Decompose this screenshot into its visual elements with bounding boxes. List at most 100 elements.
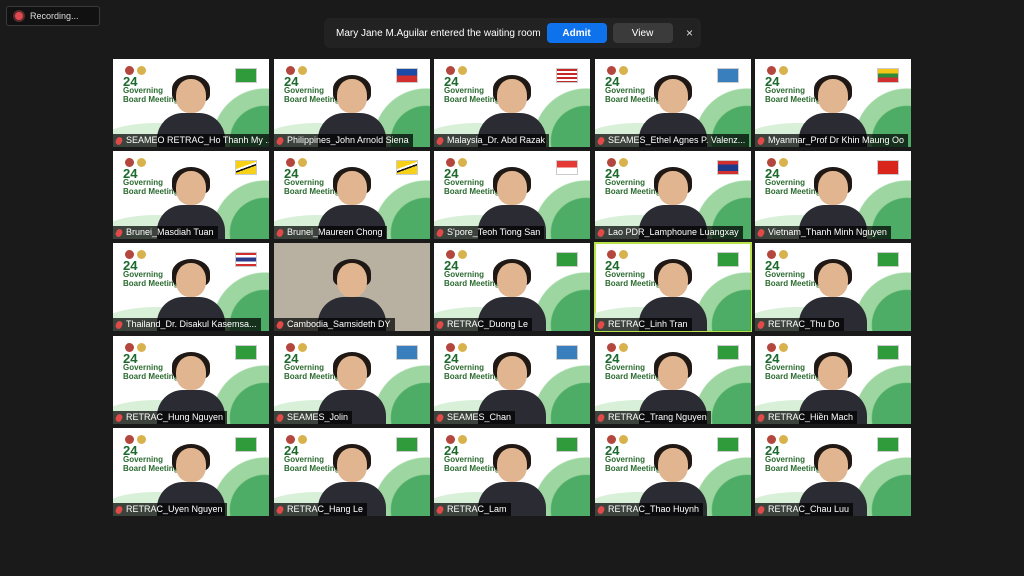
- flag-icon: [396, 160, 418, 175]
- participant-tile[interactable]: 24 Governing Board Meeting RETRAC_Linh T…: [594, 242, 752, 332]
- participant-tile[interactable]: 24 Governing Board Meeting RETRAC_Hung N…: [113, 336, 269, 424]
- flag-icon: [717, 437, 739, 452]
- participant-name: RETRAC_Thu Do: [755, 318, 844, 331]
- participant-name: RETRAC_Trang Nguyen: [595, 411, 711, 424]
- participant-tile[interactable]: 24 Governing Board Meeting Malaysia_Dr. …: [434, 59, 590, 147]
- participant-tile[interactable]: 24 Governing Board Meeting RETRAC_Lam: [434, 428, 590, 516]
- mic-muted-icon: [114, 135, 124, 146]
- mic-muted-icon: [275, 319, 285, 330]
- participant-name: Myanmar_Prof Dr Khin Maung Oo: [755, 134, 909, 147]
- flag-icon: [396, 437, 418, 452]
- mic-muted-icon: [596, 504, 606, 515]
- participant-tile[interactable]: 24 Governing Board Meeting RETRAC_Thao H…: [595, 428, 751, 516]
- participant-tile[interactable]: 24 Governing Board Meeting SEAMES_Jolin: [274, 336, 430, 424]
- participant-name: SEAMES_Chan: [434, 411, 516, 424]
- participant-name: RETRAC_Hung Nguyen: [113, 411, 228, 424]
- mic-muted-icon: [596, 227, 606, 238]
- mic-muted-icon: [596, 412, 606, 423]
- mic-muted-icon: [756, 227, 766, 238]
- participant-name: RETRAC_Chau Luu: [755, 503, 854, 516]
- participant-tile[interactable]: 24 Governing Board Meeting Philippines_J…: [274, 59, 430, 147]
- participant-name: SEAMEO RETRAC_Ho Thanh My ...: [113, 134, 269, 147]
- participant-name: RETRAC_Linh Tran: [595, 318, 692, 331]
- participant-tile[interactable]: 24 Governing Board Meeting RETRAC_Chau L…: [755, 428, 911, 516]
- flag-icon: [877, 345, 899, 360]
- mic-muted-icon: [114, 319, 124, 330]
- waiting-room-message: Mary Jane M.Aguilar entered the waiting …: [336, 27, 541, 39]
- participant-name: Lao PDR_Lamphoune Luangxay: [595, 226, 743, 239]
- participant-name: RETRAC_Duong Le: [434, 318, 533, 331]
- mic-muted-icon: [756, 319, 766, 330]
- participant-tile[interactable]: 24 Governing Board Meeting Myanmar_Prof …: [755, 59, 911, 147]
- flag-icon: [235, 160, 257, 175]
- participant-name: RETRAC_Hang Le: [274, 503, 368, 516]
- flag-icon: [396, 345, 418, 360]
- participant-gallery: 24 Governing Board Meeting SEAMEO RETRAC…: [113, 59, 911, 516]
- mic-muted-icon: [275, 504, 285, 515]
- participant-name: RETRAC_Hiền Mach: [755, 411, 858, 424]
- participant-tile[interactable]: 24 Governing Board Meeting RETRAC_Uyen N…: [113, 428, 269, 516]
- participant-tile[interactable]: 24 Governing Board Meeting SEAMEO RETRAC…: [113, 59, 269, 147]
- flag-icon: [877, 437, 899, 452]
- flag-icon: [877, 68, 899, 83]
- participant-tile[interactable]: Cambodia_Samsideth DY: [274, 243, 430, 331]
- flag-icon: [717, 252, 739, 267]
- participant-tile[interactable]: 24 Governing Board Meeting SEAMES_Chan: [434, 336, 590, 424]
- participant-tile[interactable]: 24 Governing Board Meeting Brunei_Masdia…: [113, 151, 269, 239]
- mic-muted-icon: [435, 135, 445, 146]
- participant-name: Cambodia_Samsideth DY: [274, 318, 395, 331]
- flag-icon: [717, 68, 739, 83]
- waiting-room-notification: Mary Jane M.Aguilar entered the waiting …: [324, 18, 701, 48]
- mic-muted-icon: [275, 412, 285, 423]
- participant-tile[interactable]: 24 Governing Board Meeting RETRAC_Hang L…: [274, 428, 430, 516]
- mic-muted-icon: [114, 504, 124, 515]
- participant-tile[interactable]: 24 Governing Board Meeting RETRAC_Duong …: [434, 243, 590, 331]
- flag-icon: [235, 252, 257, 267]
- flag-icon: [556, 160, 578, 175]
- participant-tile[interactable]: 24 Governing Board Meeting RETRAC_Trang …: [595, 336, 751, 424]
- mic-muted-icon: [596, 135, 606, 146]
- view-button[interactable]: View: [612, 23, 673, 43]
- mic-muted-icon: [275, 227, 285, 238]
- mic-muted-icon: [596, 319, 606, 330]
- flag-icon: [717, 160, 739, 175]
- participant-name: Brunei_Maureen Chong: [274, 226, 387, 239]
- participant-name: RETRAC_Lam: [434, 503, 511, 516]
- flag-icon: [556, 345, 578, 360]
- flag-icon: [556, 252, 578, 267]
- close-icon[interactable]: ×: [683, 26, 697, 40]
- mic-muted-icon: [435, 412, 445, 423]
- mic-muted-icon: [756, 504, 766, 515]
- participant-name: Malaysia_Dr. Abd Razak: [434, 134, 550, 147]
- flag-icon: [877, 252, 899, 267]
- flag-icon: [235, 437, 257, 452]
- flag-icon: [235, 345, 257, 360]
- participant-tile[interactable]: 24 Governing Board Meeting Vietnam_Thanh…: [755, 151, 911, 239]
- mic-muted-icon: [435, 504, 445, 515]
- recording-label: Recording...: [30, 11, 79, 21]
- participant-name: S'pore_Teoh Tiong San: [434, 226, 545, 239]
- recording-indicator[interactable]: Recording...: [6, 6, 100, 26]
- mic-muted-icon: [756, 135, 766, 146]
- participant-tile[interactable]: 24 Governing Board Meeting SEAMES_Ethel …: [595, 59, 751, 147]
- participant-tile[interactable]: 24 Governing Board Meeting RETRAC_Thu Do: [755, 243, 911, 331]
- participant-name: Vietnam_Thanh Minh Nguyen: [755, 226, 891, 239]
- flag-icon: [396, 68, 418, 83]
- mic-muted-icon: [756, 412, 766, 423]
- admit-button[interactable]: Admit: [546, 23, 607, 43]
- participant-tile[interactable]: 24 Governing Board Meeting S'pore_Teoh T…: [434, 151, 590, 239]
- participant-name: SEAMES_Jolin: [274, 411, 353, 424]
- participant-tile[interactable]: 24 Governing Board Meeting RETRAC_Hiền M…: [755, 336, 911, 424]
- participant-tile[interactable]: 24 Governing Board Meeting Lao PDR_Lamph…: [595, 151, 751, 239]
- flag-icon: [235, 68, 257, 83]
- mic-muted-icon: [435, 227, 445, 238]
- participant-name: SEAMES_Ethel Agnes P. Valenz...: [595, 134, 750, 147]
- mic-muted-icon: [114, 412, 124, 423]
- participant-name: RETRAC_Uyen Nguyen: [113, 503, 227, 516]
- participant-tile[interactable]: 24 Governing Board Meeting Brunei_Mauree…: [274, 151, 430, 239]
- participant-name: RETRAC_Thao Huynh: [595, 503, 704, 516]
- mic-muted-icon: [435, 319, 445, 330]
- participant-tile[interactable]: 24 Governing Board Meeting Thailand_Dr. …: [113, 243, 269, 331]
- participant-name: Philippines_John Arnold Siena: [274, 134, 413, 147]
- mic-muted-icon: [114, 227, 124, 238]
